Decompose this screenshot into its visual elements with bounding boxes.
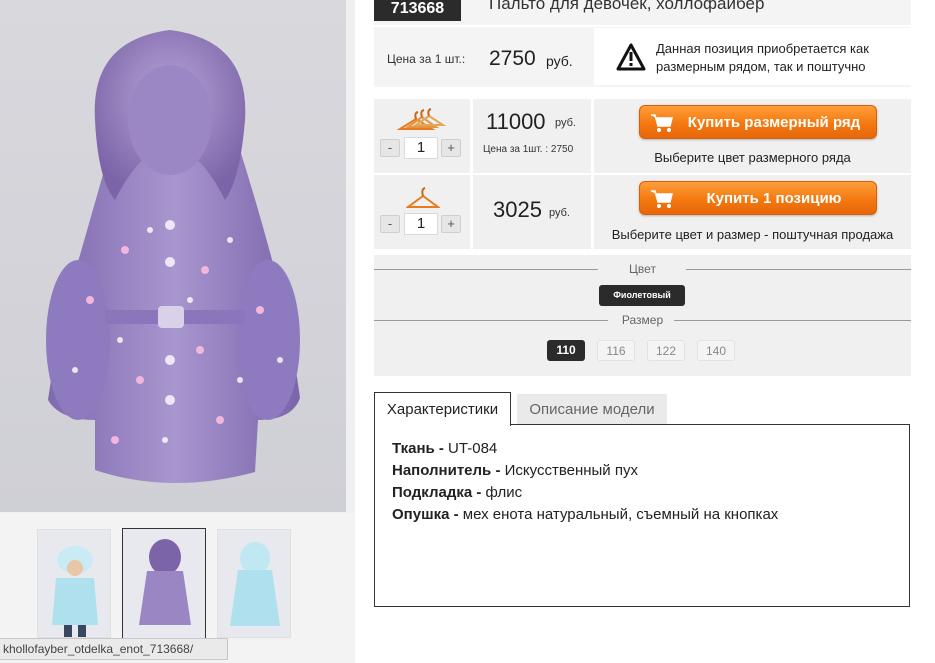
- thumbnail-image: [230, 542, 280, 626]
- set-hint: Выберите цвет размерного ряда: [654, 150, 851, 165]
- hanger-icon: [404, 183, 442, 216]
- article-badge: 713668: [374, 0, 461, 21]
- title-row: 713668 Пальто для девочек, холлофайбер: [374, 0, 911, 25]
- set-qty-plus-button[interactable]: +: [441, 139, 461, 157]
- tab-characteristics[interactable]: Характеристики: [374, 392, 511, 426]
- set-sum-cell: 11000 руб. Цена за 1шт. : 2750: [473, 99, 591, 173]
- info-tabs: Характеристики Описание модели: [374, 392, 911, 426]
- buy-set-row: - 1 + 11000 руб. Цена за 1шт. : 2750 Куп…: [374, 99, 911, 173]
- spec-row: Наполнитель - Искусственный пух: [392, 462, 638, 479]
- size-option-140[interactable]: 140: [697, 340, 735, 361]
- set-sum-value: 11000: [486, 109, 546, 134]
- single-hint: Выберите цвет и размер - поштучная прода…: [611, 227, 894, 242]
- single-qty-input[interactable]: 1: [404, 213, 438, 235]
- divider: [686, 269, 911, 270]
- spec-name: Подкладка -: [392, 484, 482, 501]
- product-title: Пальто для девочек, холлофайбер: [489, 0, 765, 13]
- price-row: Цена за 1 шт.: 2750 руб. Данная позиция …: [374, 27, 911, 87]
- size-header: Размер: [374, 313, 911, 327]
- spec-name: Опушка -: [392, 506, 459, 523]
- tab-description[interactable]: Описание модели: [517, 394, 667, 425]
- buy-single-label: Купить 1 позицию: [706, 190, 842, 207]
- single-qty-cell: - 1 +: [374, 175, 470, 249]
- thumbnail-image: [139, 539, 191, 625]
- set-unit-price-note: Цена за 1шт. : 2750: [483, 144, 574, 155]
- spec-value: мех енота натуральный, съемный на кнопка…: [458, 506, 779, 523]
- cart-icon: [650, 113, 674, 137]
- buy-single-button[interactable]: Купить 1 позицию: [639, 181, 877, 215]
- thumbnail-coat-purple[interactable]: [122, 528, 206, 639]
- options-panel: Цвет Фиолетовый Размер 110 116 122 140: [374, 255, 911, 376]
- characteristics-panel: Ткань - UT-084 Наполнитель - Искусственн…: [374, 424, 910, 607]
- size-option-122[interactable]: 122: [647, 340, 685, 361]
- product-gallery: [0, 0, 355, 663]
- coat-illustration: [46, 30, 300, 484]
- price-value: 2750: [489, 47, 536, 70]
- main-product-image[interactable]: [0, 0, 346, 512]
- notice-text: Данная позиция приобретается как размерн…: [656, 41, 869, 74]
- spec-value: флис: [481, 484, 523, 501]
- spec-name: Наполнитель -: [392, 462, 501, 479]
- thumbnail-coat-blue[interactable]: [217, 529, 291, 638]
- set-qty-minus-button[interactable]: -: [380, 139, 400, 157]
- color-option-violet[interactable]: Фиолетовый: [599, 285, 685, 306]
- sale-notice: Данная позиция приобретается как размерн…: [594, 28, 911, 85]
- cart-icon: [650, 189, 674, 213]
- spec-row: Ткань - UT-084: [392, 440, 497, 457]
- set-quantity-stepper: - 1 +: [380, 137, 462, 159]
- buy-size-set-label: Купить размерный ряд: [687, 114, 861, 131]
- color-header: Цвет: [374, 262, 911, 276]
- single-sum-cell: 3025 руб.: [473, 175, 591, 249]
- divider: [674, 320, 911, 321]
- buy-single-row: - 1 + 3025 руб. Купить 1 позицию Выберит…: [374, 175, 911, 249]
- spec-row: Опушка - мех енота натуральный, съемный …: [392, 506, 778, 523]
- single-buy-cell: Купить 1 позицию Выберите цвет и размер …: [594, 175, 911, 249]
- thumbnail-image: [52, 546, 98, 637]
- spec-row: Подкладка - флис: [392, 484, 522, 501]
- single-qty-minus-button[interactable]: -: [380, 215, 400, 233]
- set-qty-cell: - 1 +: [374, 99, 470, 173]
- set-buy-cell: Купить размерный ряд Выберите цвет разме…: [594, 99, 911, 173]
- price-label: Цена за 1 шт.:: [387, 52, 466, 66]
- size-option-116[interactable]: 116: [597, 340, 635, 361]
- product-page: khollofayber_otdelka_enot_713668/ 713668…: [0, 0, 935, 663]
- thumbnail-girl-blue[interactable]: [37, 529, 111, 638]
- warning-icon: [616, 43, 646, 76]
- price-currency: руб.: [546, 53, 573, 69]
- hangers-icon: [396, 107, 447, 140]
- set-sum-currency: руб.: [555, 117, 576, 129]
- single-sum-currency: руб.: [549, 207, 570, 219]
- spec-value: Искусственный пух: [500, 462, 638, 479]
- spec-value: UT-084: [443, 440, 498, 457]
- single-quantity-stepper: - 1 +: [380, 213, 462, 235]
- single-qty-plus-button[interactable]: +: [441, 215, 461, 233]
- spec-name: Ткань -: [392, 440, 444, 457]
- size-option-110[interactable]: 110: [547, 340, 585, 361]
- single-sum-value: 3025: [493, 197, 542, 222]
- status-bar-url: khollofayber_otdelka_enot_713668/: [0, 638, 228, 660]
- buy-size-set-button[interactable]: Купить размерный ряд: [639, 105, 877, 139]
- set-qty-input[interactable]: 1: [404, 137, 438, 159]
